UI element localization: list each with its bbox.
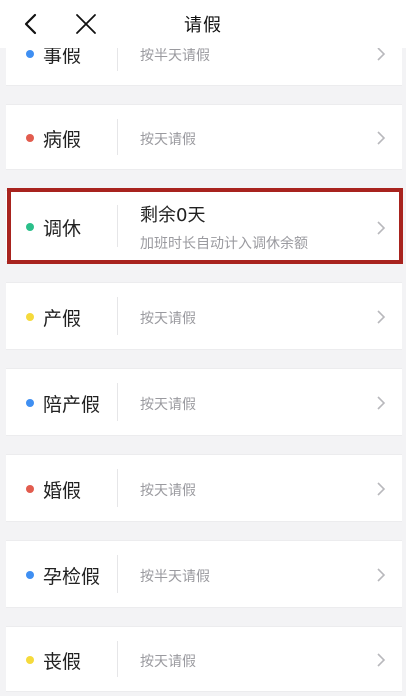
status-dot-icon [26,50,34,58]
leave-item-name: 丧假 [43,651,82,673]
status-dot-icon [26,223,34,231]
leave-item-paternity[interactable]: 陪产假 按天请假 [6,368,402,436]
leave-item-prenatal[interactable]: 孕检假 按半天请假 [6,540,402,608]
leave-item-note: 按天请假 [140,132,196,148]
leave-item-name: 婚假 [43,480,82,502]
divider [117,119,118,155]
divider [117,205,118,247]
leave-item-note: 按天请假 [140,397,196,413]
leave-item-name: 病假 [43,129,82,151]
back-icon[interactable] [20,12,44,36]
chevron-right-icon [377,482,386,496]
nav-header: 请假 [0,0,406,48]
leave-item-note: 按半天请假 [140,48,210,64]
leave-item-note: 按半天请假 [140,569,210,585]
chevron-right-icon [377,131,386,145]
chevron-right-icon [377,653,386,667]
leave-balance: 剩余0天 [140,205,206,226]
divider [117,641,118,677]
status-dot-icon [26,134,34,142]
status-dot-icon [26,656,34,664]
leave-item-note: 按天请假 [140,654,196,670]
status-dot-icon [26,485,34,493]
divider [117,383,118,421]
status-dot-icon [26,571,34,579]
leave-item-sick[interactable]: 病假 按天请假 [6,104,402,170]
chevron-right-icon [377,47,386,61]
divider [117,469,118,507]
page-title: 请假 [184,15,222,36]
leave-item-name: 产假 [43,308,82,330]
close-icon[interactable] [74,12,98,36]
chevron-right-icon [377,310,386,324]
leave-item-note: 加班时长自动计入调休余额 [140,236,308,252]
leave-item-name: 调休 [43,218,82,240]
divider [117,297,118,335]
leave-item-compensatory[interactable]: 调休 剩余0天 加班时长自动计入调休余额 [6,190,402,262]
chevron-right-icon [377,396,386,410]
leave-screen: 事假 按半天请假 病假 按天请假 调休 剩余0天 加班时长自动计入调休余额 产假 [0,0,406,696]
leave-item-maternity[interactable]: 产假 按天请假 [6,282,402,350]
leave-item-note: 按天请假 [140,311,196,327]
status-dot-icon [26,313,34,321]
leave-item-name: 陪产假 [43,394,101,416]
divider [117,555,118,593]
leave-item-name: 孕检假 [43,566,101,588]
chevron-right-icon [377,568,386,582]
leave-item-bereavement[interactable]: 丧假 按天请假 [6,626,402,692]
chevron-right-icon [377,221,386,235]
leave-item-note: 按天请假 [140,483,196,499]
status-dot-icon [26,399,34,407]
leave-type-list: 事假 按半天请假 病假 按天请假 调休 剩余0天 加班时长自动计入调休余额 产假 [0,0,406,696]
leave-item-marriage[interactable]: 婚假 按天请假 [6,454,402,522]
